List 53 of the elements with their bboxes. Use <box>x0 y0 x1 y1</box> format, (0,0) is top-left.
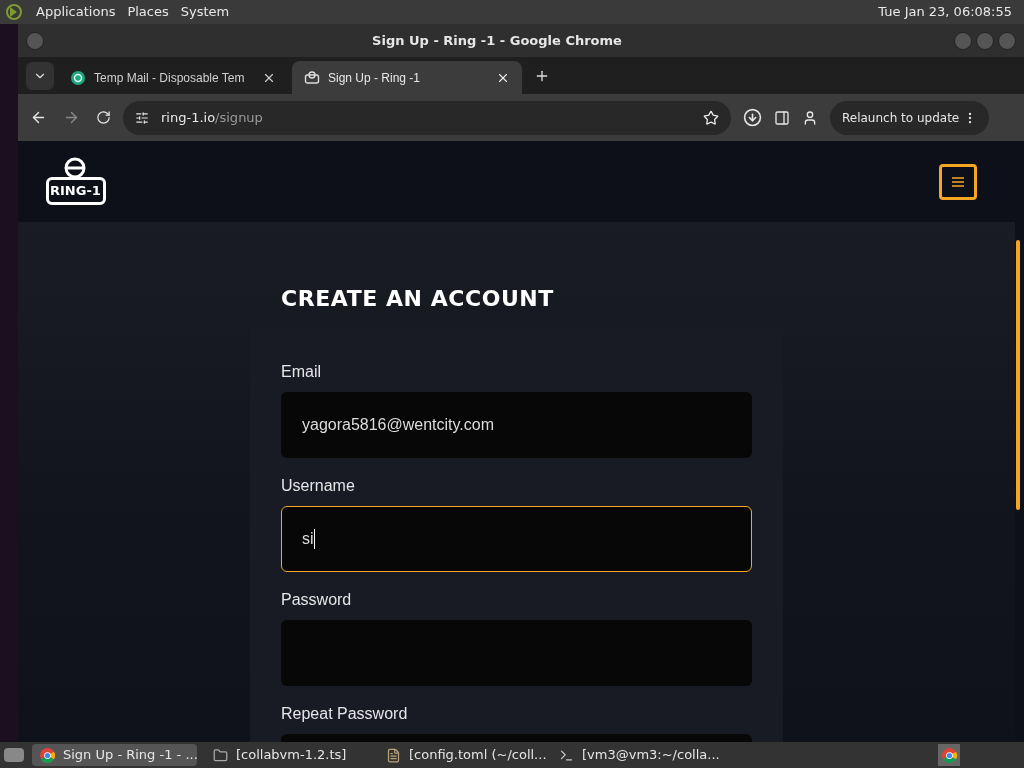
field-label: Password <box>281 590 353 610</box>
taskbar-label: [collabvm-1.2.ts] <box>236 746 347 765</box>
logo-text: RING-1 <box>46 176 106 205</box>
url-text: ring-1.io/signup <box>161 108 264 127</box>
profile-icon[interactable] <box>802 109 818 126</box>
side-panel-icon[interactable] <box>774 109 790 126</box>
browser-tab[interactable]: Sign Up - Ring -1 <box>292 61 522 94</box>
forward-icon[interactable] <box>63 109 80 126</box>
browser-icon <box>941 747 957 763</box>
tab-list-button[interactable] <box>26 62 54 90</box>
field-label: Username <box>281 476 356 496</box>
show-desktop-icon[interactable] <box>4 748 24 762</box>
reload-icon[interactable] <box>96 110 111 125</box>
scrollbar-thumb[interactable] <box>1016 240 1020 510</box>
menu-icon <box>952 176 964 187</box>
taskbar-label: Sign Up - Ring -1 - ... <box>63 746 198 765</box>
taskbar-item[interactable]: Sign Up - Ring -1 - ... <box>32 744 197 766</box>
field-value: yagora5816@wentcity.com <box>302 415 495 435</box>
site-icon <box>70 69 86 86</box>
site-settings-icon[interactable] <box>135 110 149 125</box>
tray-browser-button[interactable] <box>938 744 960 766</box>
tab-title: Temp Mail - Disposable Tem <box>94 69 246 87</box>
input-field[interactable]: yagora5816@wentcity.com <box>281 392 752 458</box>
window-title: Sign Up - Ring -1 - Google Chrome <box>371 31 623 50</box>
tab-title: Sign Up - Ring -1 <box>328 69 422 87</box>
browser-icon <box>40 747 55 763</box>
browser-tab[interactable]: Temp Mail - Disposable Tem <box>58 61 288 94</box>
taskbar-label: [config.toml (~/coll... <box>409 746 547 765</box>
bookmark-star-icon[interactable] <box>703 109 719 126</box>
address-bar[interactable]: ring-1.io/signup <box>123 100 731 135</box>
relaunch-button[interactable]: Relaunch to update <box>830 100 990 135</box>
taskbar-label: [vm3@vm3:~/colla... <box>582 746 720 765</box>
taskbar-item[interactable]: [collabvm-1.2.ts] <box>205 744 370 766</box>
download-icon[interactable] <box>743 108 762 127</box>
input-field[interactable] <box>281 620 752 686</box>
menu-button[interactable] <box>939 163 977 200</box>
panel-menu[interactable]: Applications <box>36 2 116 22</box>
folder-icon <box>213 747 228 763</box>
distro-logo-icon[interactable] <box>4 3 24 21</box>
back-icon[interactable] <box>30 109 47 126</box>
field-value: si <box>302 529 314 549</box>
field-label: Repeat Password <box>281 704 409 724</box>
new-tab-icon[interactable] <box>534 68 550 84</box>
site-icon <box>304 69 320 86</box>
site-logo[interactable]: RING-1 <box>46 156 108 207</box>
panel-menu[interactable]: Places <box>127 2 169 22</box>
panel-clock: Tue Jan 23, 06:08:55 <box>878 3 1012 22</box>
field-label: Email <box>281 362 322 382</box>
document-icon <box>386 747 401 763</box>
terminal-icon <box>559 747 574 763</box>
input-field[interactable]: si <box>281 506 752 572</box>
panel-menu[interactable]: System <box>180 2 230 22</box>
page-heading: CREATE AN ACCOUNT <box>281 285 555 313</box>
